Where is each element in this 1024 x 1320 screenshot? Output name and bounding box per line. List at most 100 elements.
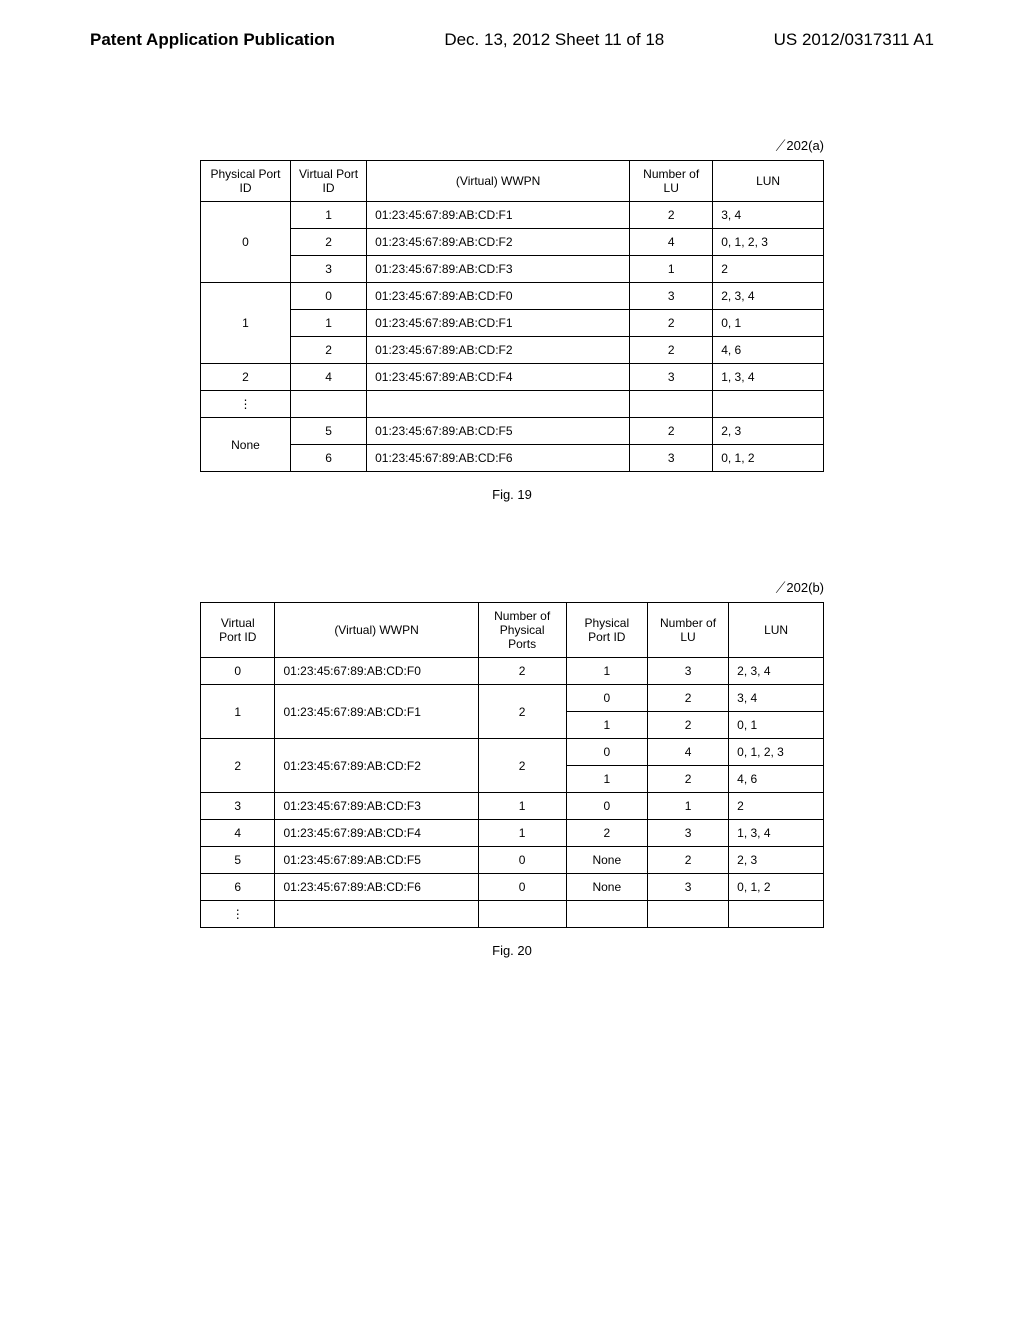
table-row: 201:23:45:67:89:AB:CD:F240, 1, 2, 3 [201, 229, 824, 256]
cell-physical-port-id: 1 [566, 766, 647, 793]
cell-number-of-lu: 2 [647, 766, 728, 793]
table-row: 301:23:45:67:89:AB:CD:F31012 [201, 793, 824, 820]
cell-lun: 3, 4 [713, 202, 824, 229]
cell-physical-port-id: 0 [566, 793, 647, 820]
cell-physical-port-id: None [566, 847, 647, 874]
cell-physical-port-id: 0 [566, 739, 647, 766]
th-virtual-port-id-b: Virtual Port ID [201, 603, 275, 658]
cell-virtual-port-id: 1 [290, 310, 366, 337]
cell-virtual-port-id: 2 [201, 739, 275, 793]
cell-number-of-lu: 4 [630, 229, 713, 256]
cell-physical-port-id: 2 [566, 820, 647, 847]
table-b-header-row: Virtual Port ID (Virtual) WWPN Number of… [201, 603, 824, 658]
cell-number-physical-ports: 0 [478, 847, 566, 874]
cell-lun: 2, 3, 4 [729, 658, 824, 685]
cell-lun [713, 391, 824, 418]
table-row: 001:23:45:67:89:AB:CD:F02132, 3, 4 [201, 658, 824, 685]
cell-wwpn: 01:23:45:67:89:AB:CD:F2 [367, 229, 630, 256]
cell-number-of-lu: 1 [647, 793, 728, 820]
cell-number-of-lu: 3 [647, 874, 728, 901]
th-wwpn: (Virtual) WWPN [367, 161, 630, 202]
table-row: 501:23:45:67:89:AB:CD:F50None22, 3 [201, 847, 824, 874]
main-content: ⟋202(a) Physical Port ID Virtual Port ID… [0, 60, 1024, 958]
cell-wwpn [367, 391, 630, 418]
cell-wwpn [275, 901, 478, 928]
cell-lun: 0, 1, 2, 3 [729, 739, 824, 766]
table-row: ⋮ [201, 901, 824, 928]
cell-wwpn: 01:23:45:67:89:AB:CD:F6 [367, 445, 630, 472]
cell-virtual-port-id: 2 [290, 337, 366, 364]
cell-wwpn: 01:23:45:67:89:AB:CD:F5 [275, 847, 478, 874]
th-wwpn-b: (Virtual) WWPN [275, 603, 478, 658]
table-row: ⋮ [201, 391, 824, 418]
cell-lun: 0, 1 [713, 310, 824, 337]
cell-wwpn: 01:23:45:67:89:AB:CD:F1 [367, 202, 630, 229]
cell-lun [729, 901, 824, 928]
table-a-ref-label: ⟋202(a) [775, 138, 824, 154]
cell-number-physical-ports: 1 [478, 820, 566, 847]
table-row: 101:23:45:67:89:AB:CD:F120, 1 [201, 310, 824, 337]
cell-physical-port-id: 0 [201, 202, 291, 283]
cell-number-physical-ports [478, 901, 566, 928]
cell-virtual-port-id: ⋮ [201, 901, 275, 928]
table-a-header-row: Physical Port ID Virtual Port ID (Virtua… [201, 161, 824, 202]
cell-virtual-port-id: 4 [201, 820, 275, 847]
cell-virtual-port-id: 0 [290, 283, 366, 310]
table-b-ref-text: 202(b) [786, 580, 824, 595]
cell-number-physical-ports: 2 [478, 685, 566, 739]
cell-wwpn: 01:23:45:67:89:AB:CD:F1 [367, 310, 630, 337]
th-physical-port-id-b: Physical Port ID [566, 603, 647, 658]
th-number-of-lu-b: Number of LU [647, 603, 728, 658]
cell-number-of-lu: 2 [630, 418, 713, 445]
table-row: 0101:23:45:67:89:AB:CD:F123, 4 [201, 202, 824, 229]
fig-20-caption: Fig. 20 [200, 943, 824, 958]
cell-number-physical-ports: 1 [478, 793, 566, 820]
table-row: 601:23:45:67:89:AB:CD:F60None30, 1, 2 [201, 874, 824, 901]
cell-number-of-lu: 2 [630, 202, 713, 229]
cell-physical-port-id: ⋮ [201, 391, 291, 418]
cell-number-of-lu: 2 [630, 337, 713, 364]
cell-virtual-port-id: 5 [201, 847, 275, 874]
header-sheet-info: Dec. 13, 2012 Sheet 11 of 18 [444, 30, 664, 50]
table-row: 2401:23:45:67:89:AB:CD:F431, 3, 4 [201, 364, 824, 391]
cell-number-of-lu: 2 [647, 712, 728, 739]
cell-wwpn: 01:23:45:67:89:AB:CD:F2 [275, 739, 478, 793]
cell-number-of-lu: 3 [647, 658, 728, 685]
cell-number-of-lu [647, 901, 728, 928]
cell-number-of-lu: 2 [630, 310, 713, 337]
cell-lun: 2, 3 [729, 847, 824, 874]
cell-number-physical-ports: 2 [478, 658, 566, 685]
table-row: 301:23:45:67:89:AB:CD:F312 [201, 256, 824, 283]
cell-wwpn: 01:23:45:67:89:AB:CD:F0 [367, 283, 630, 310]
cell-virtual-port-id: 2 [290, 229, 366, 256]
cell-virtual-port-id: 6 [290, 445, 366, 472]
table-b: Virtual Port ID (Virtual) WWPN Number of… [200, 602, 824, 928]
table-a-wrapper: ⟋202(a) Physical Port ID Virtual Port ID… [200, 160, 824, 502]
cell-wwpn: 01:23:45:67:89:AB:CD:F1 [275, 685, 478, 739]
cell-wwpn: 01:23:45:67:89:AB:CD:F4 [275, 820, 478, 847]
cell-wwpn: 01:23:45:67:89:AB:CD:F5 [367, 418, 630, 445]
cell-number-of-lu: 3 [630, 283, 713, 310]
cell-number-of-lu: 3 [630, 445, 713, 472]
cell-number-of-lu: 3 [647, 820, 728, 847]
cell-physical-port-id: 1 [566, 712, 647, 739]
cell-physical-port-id: 2 [201, 364, 291, 391]
cell-virtual-port-id: 1 [290, 202, 366, 229]
cell-number-of-lu: 2 [647, 847, 728, 874]
ref-arrow-icon: ⟋ [774, 579, 786, 596]
cell-virtual-port-id: 3 [201, 793, 275, 820]
cell-lun: 2 [713, 256, 824, 283]
table-row: 101:23:45:67:89:AB:CD:F12023, 4 [201, 685, 824, 712]
cell-physical-port-id: None [201, 418, 291, 472]
cell-physical-port-id: 1 [201, 283, 291, 364]
cell-lun: 3, 4 [729, 685, 824, 712]
cell-number-of-lu: 4 [647, 739, 728, 766]
table-a: Physical Port ID Virtual Port ID (Virtua… [200, 160, 824, 472]
cell-wwpn: 01:23:45:67:89:AB:CD:F6 [275, 874, 478, 901]
cell-number-of-lu: 2 [647, 685, 728, 712]
cell-virtual-port-id [290, 391, 366, 418]
cell-number-of-lu: 1 [630, 256, 713, 283]
cell-lun: 2, 3, 4 [713, 283, 824, 310]
cell-number-physical-ports: 0 [478, 874, 566, 901]
table-row: 601:23:45:67:89:AB:CD:F630, 1, 2 [201, 445, 824, 472]
